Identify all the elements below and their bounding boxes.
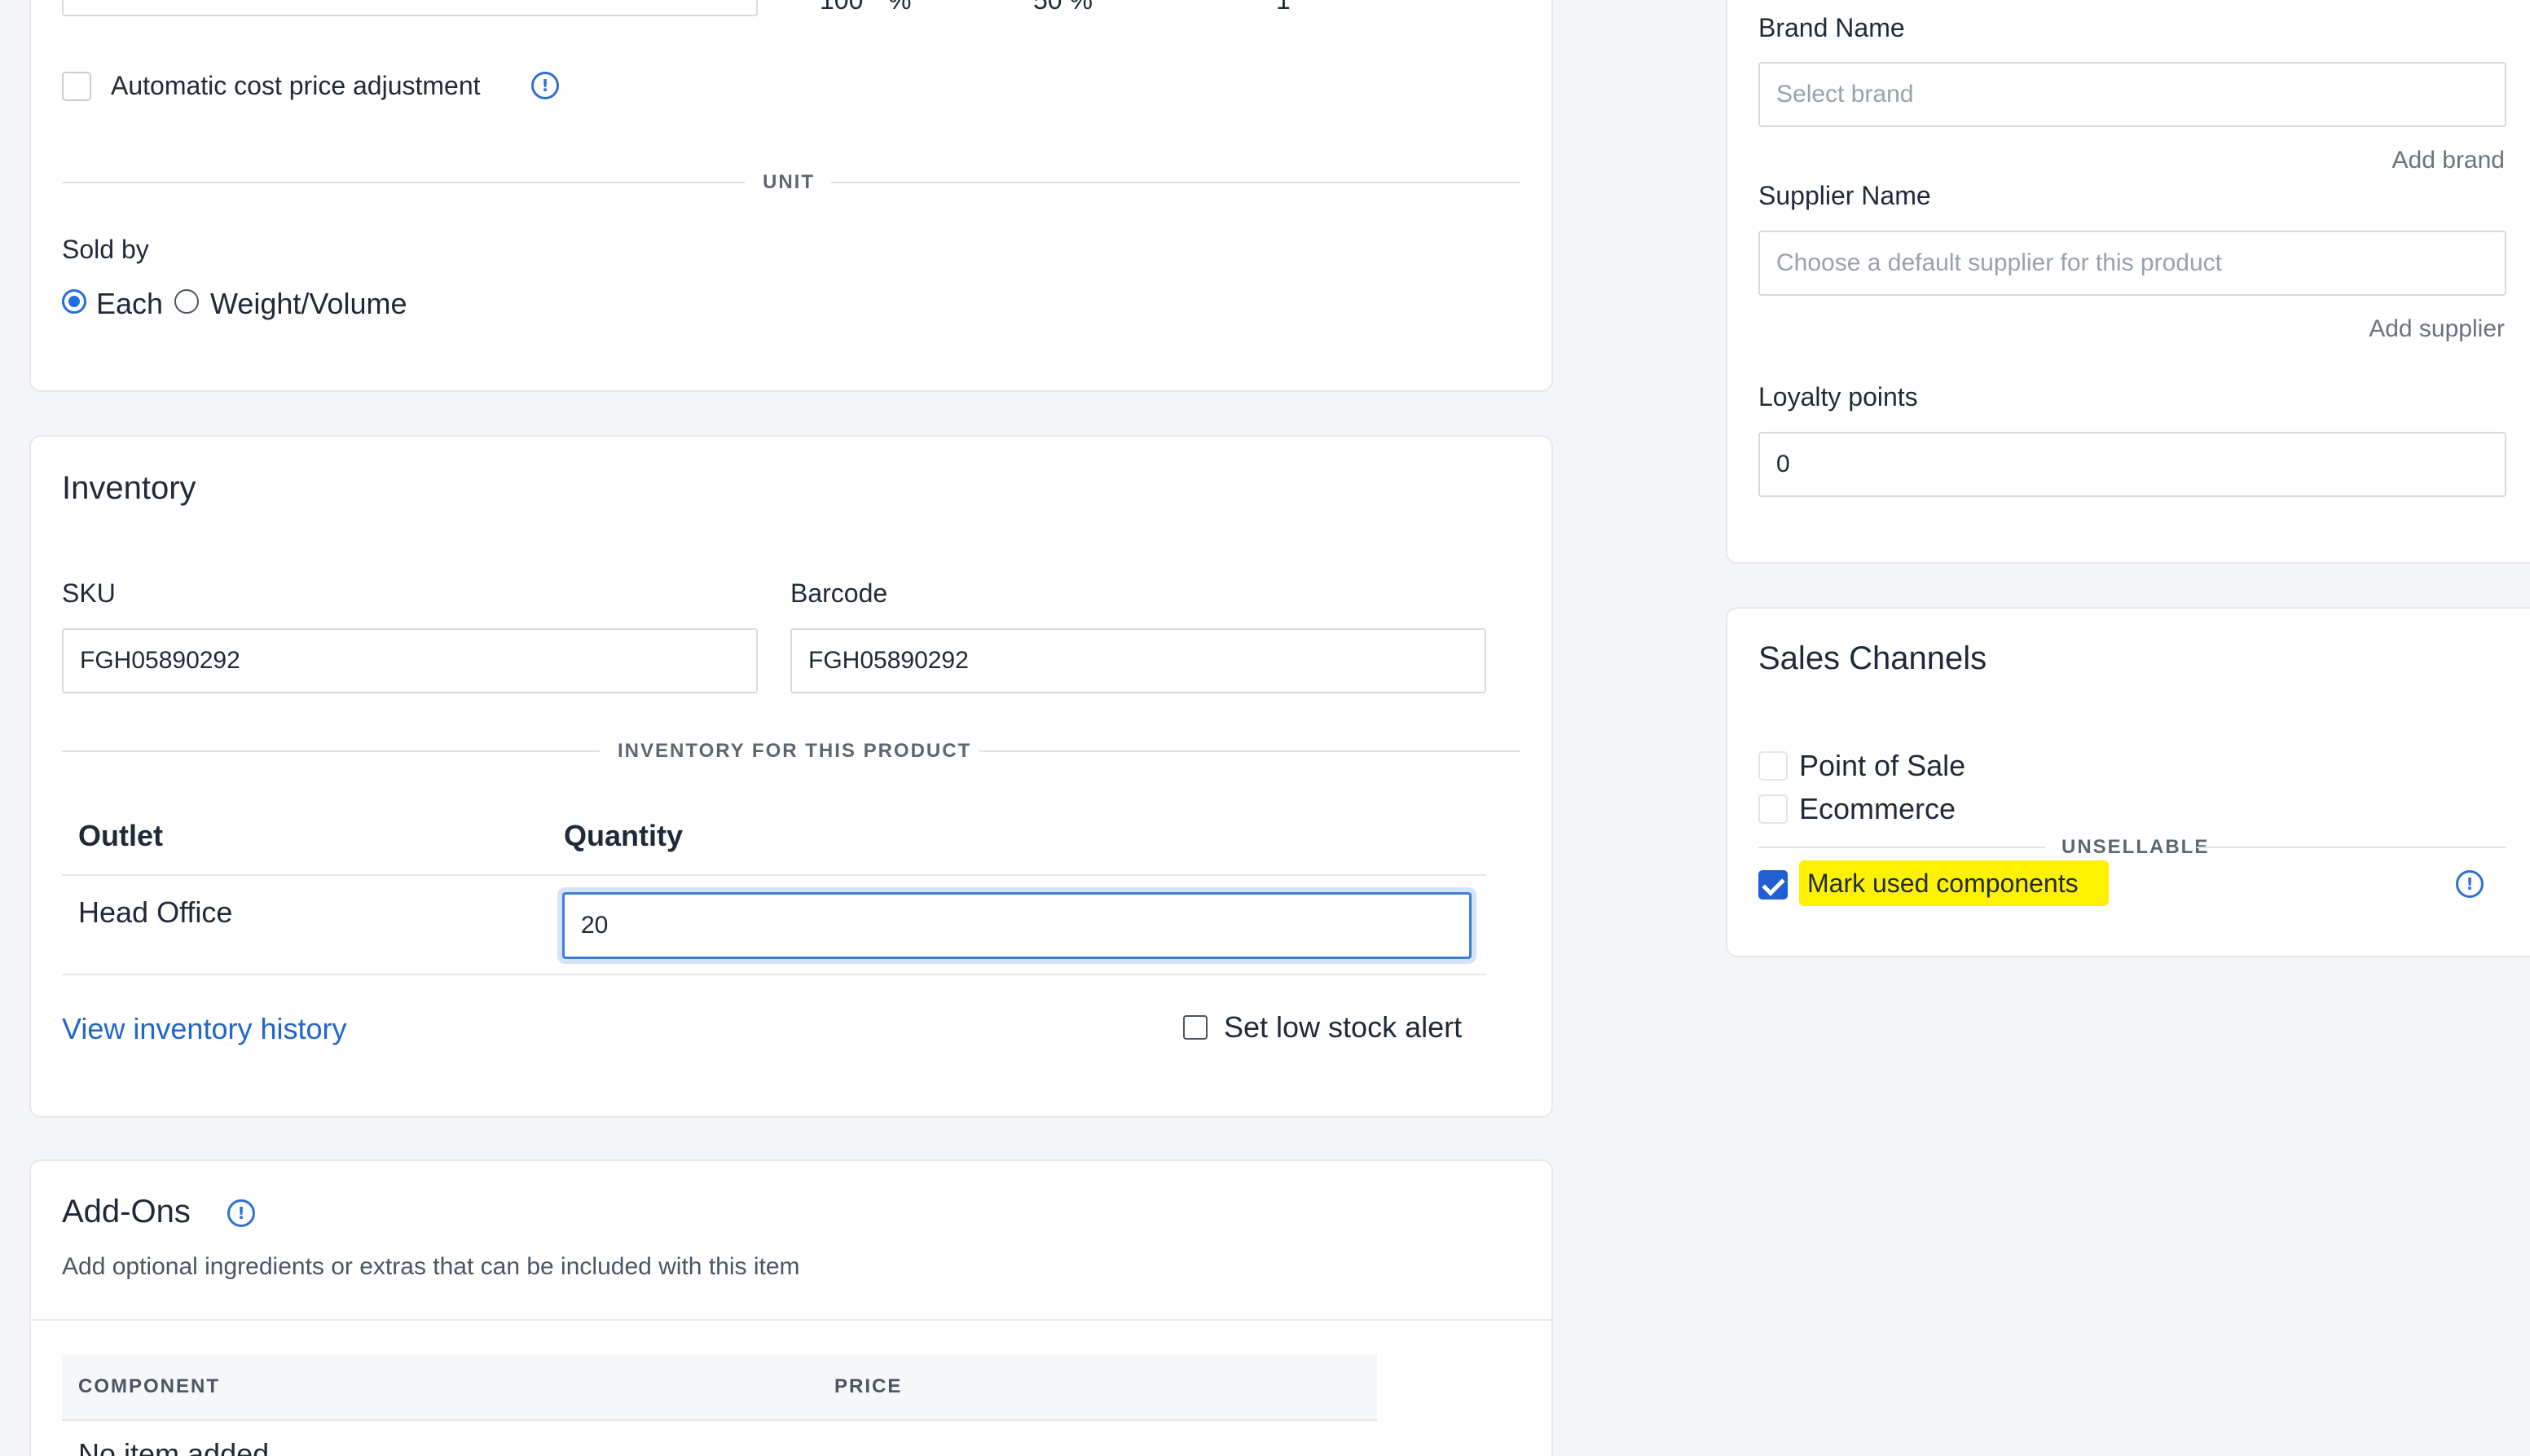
sold-by-each-label[interactable]: Each [96,287,163,321]
outlet-name: Head Office [78,895,233,929]
sold-by-weight-radio[interactable] [174,289,199,314]
sold-by-label: Sold by [62,235,149,264]
inventory-title: Inventory [62,470,196,506]
inventory-divider-right [979,750,1520,752]
unsellable-divider-right [2197,847,2506,848]
point-of-sale-checkbox[interactable] [1758,751,1788,781]
low-stock-label[interactable]: Set low stock alert [1224,1010,1462,1045]
quantity-input[interactable] [562,892,1472,959]
pricing-cost-input[interactable] [62,0,758,16]
loyalty-label: Loyalty points [1758,382,1918,411]
sold-by-each-radio[interactable] [62,289,86,314]
pricing-extra-value: 1 [1276,0,1291,15]
addons-info-icon[interactable]: ! [227,1199,255,1227]
addons-separator [31,1319,1551,1321]
mark-used-components-label[interactable]: Mark used components [1807,869,2079,899]
ecommerce-checkbox[interactable] [1758,794,1788,824]
quantity-column-header: Quantity [564,819,684,852]
unit-divider-label: UNIT [763,171,815,193]
price-column-header: PRICE [834,1375,903,1397]
mark-used-components-info-icon[interactable]: ! [2456,870,2484,898]
sku-input[interactable] [62,628,758,693]
unsellable-divider-label: UNSELLABLE [2061,836,2210,858]
inventory-divider-label: INVENTORY FOR THIS PRODUCT [618,740,972,762]
add-supplier-link[interactable]: Add supplier [2369,315,2505,343]
component-column-header: COMPONENT [78,1375,220,1397]
brand-label: Brand Name [1758,13,1905,42]
pricing-card [29,0,1553,392]
inventory-row-line [62,974,1486,975]
margin-value: 50 % [1033,0,1093,15]
inventory-header-line [62,874,1486,876]
point-of-sale-label[interactable]: Point of Sale [1799,749,1965,783]
sold-by-weight-label[interactable]: Weight/Volume [210,287,407,321]
auto-cost-label: Automatic cost price adjustment [111,71,481,100]
unit-divider-right [831,182,1520,183]
ecommerce-label[interactable]: Ecommerce [1799,792,1956,826]
addons-empty-text: No item added [78,1437,270,1456]
add-brand-link[interactable]: Add brand [2392,147,2505,174]
barcode-input[interactable] [790,628,1486,693]
product-edit-page: 100 % 50 % 1 Automatic cost price adjust… [0,0,2530,1456]
addons-description: Add optional ingredients or extras that … [62,1253,800,1280]
brand-select[interactable] [1758,62,2506,127]
mark-used-components-checkbox[interactable] [1758,870,1788,900]
supplier-label: Supplier Name [1758,181,1931,210]
markup-unit: % [888,0,912,15]
inventory-divider-left [62,750,600,752]
markup-value: 100 [820,0,864,15]
addons-table-header [62,1354,1377,1421]
outlet-column-header: Outlet [78,819,163,852]
addons-title: Add-Ons [62,1194,191,1229]
view-inventory-history-link[interactable]: View inventory history [62,1012,347,1046]
supplier-select[interactable] [1758,231,2506,296]
sales-channels-title: Sales Channels [1758,640,1987,676]
low-stock-checkbox[interactable] [1183,1015,1208,1040]
unit-divider-left [62,182,745,183]
loyalty-input[interactable] [1758,432,2506,497]
sku-label: SKU [62,578,116,608]
barcode-label: Barcode [790,578,888,608]
unsellable-divider-left [1758,847,2045,848]
auto-cost-info-icon[interactable]: ! [531,72,559,99]
auto-cost-checkbox[interactable] [62,72,91,101]
